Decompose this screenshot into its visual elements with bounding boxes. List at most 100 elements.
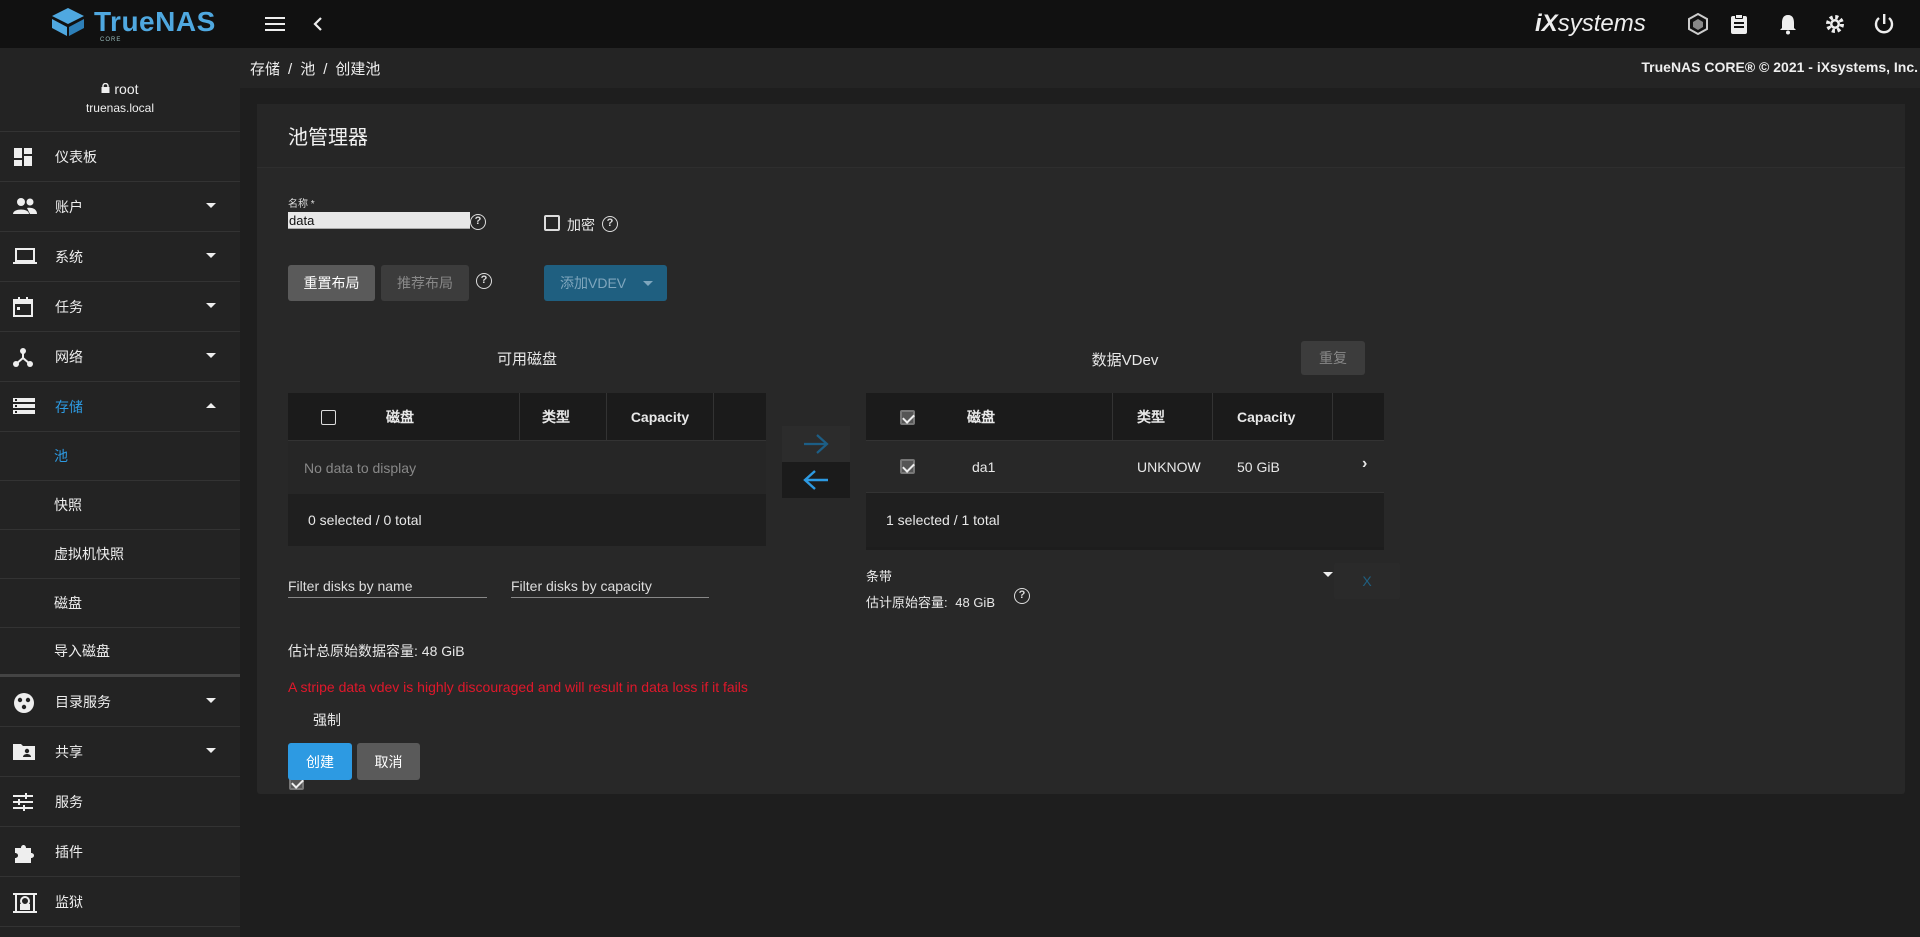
sidebar-subitem-disks[interactable]: 磁盘 (0, 579, 240, 628)
table-header: 磁盘 类型 Capacity (288, 393, 766, 441)
sidebar-subitem-vm-snapshots[interactable]: 虚拟机快照 (0, 530, 240, 579)
row-checkbox[interactable] (900, 459, 915, 474)
directory-icon (13, 692, 35, 713)
filter-name-input[interactable]: Filter disks by name (288, 578, 487, 598)
breadcrumb-bar: 存储 / 池 / 创建池 TrueNAS CORE® © 2021 - iXsystem… (240, 48, 1920, 88)
sidebar-item-storage[interactable]: 存储 (0, 382, 240, 432)
expand-row-icon[interactable]: › (1362, 455, 1367, 473)
sidebar: root truenas.local 仪表板 账户 系统 任务 网络 存储 池 … (0, 48, 240, 937)
move-left-button[interactable] (782, 462, 850, 498)
truecommand-icon[interactable] (1686, 12, 1710, 36)
sidebar-item-system[interactable]: 系统 (0, 232, 240, 282)
sidebar-subitem-snapshots[interactable]: 快照 (0, 481, 240, 530)
menu-icon[interactable] (264, 12, 288, 36)
column-type[interactable]: 类型 (520, 393, 607, 441)
reset-layout-button[interactable]: 重置布局 (288, 265, 375, 301)
encrypt-checkbox[interactable] (544, 215, 560, 231)
column-capacity[interactable]: Capacity (607, 393, 714, 441)
vdev-layout-select[interactable]: 条带 (866, 566, 1333, 588)
select-all-checkbox[interactable] (321, 409, 336, 425)
back-icon[interactable] (306, 12, 330, 36)
chevron-down-icon (206, 253, 216, 258)
sidebar-item-network[interactable]: 网络 (0, 332, 240, 382)
chevron-down-icon (1323, 572, 1333, 577)
column-disk: 磁盘 (866, 393, 1113, 441)
empty-message: No data to display (288, 441, 766, 494)
calendar-icon (13, 297, 35, 317)
sidebar-item-services[interactable]: 服务 (0, 777, 240, 827)
cancel-button[interactable]: 取消 (357, 743, 420, 780)
pool-manager-card: 池管理器 名称 * data ? 加密 ? 重置布局 推荐布局 ? 添加VDEV… (257, 104, 1905, 794)
bell-icon[interactable] (1776, 12, 1800, 36)
sidebar-item-label: 网络 (55, 348, 83, 365)
ixsystems-logo-text: systems (1557, 10, 1646, 37)
sidebar-item-jails[interactable]: 监狱 (0, 877, 240, 927)
breadcrumb-storage[interactable]: 存储 (250, 61, 280, 78)
user-name-row: root (0, 80, 240, 97)
table-footer: 1 selected / 1 total (866, 493, 1384, 547)
top-bar: TrueNAS CORE iXsystems (0, 0, 1920, 48)
row-type: UNKNOW (1137, 459, 1201, 475)
sidebar-item-label: 监狱 (55, 893, 83, 910)
dropdown-arrow-icon (643, 281, 653, 286)
puzzle-icon (13, 842, 35, 863)
name-label: 名称 * (288, 199, 315, 210)
sidebar-item-label: 系统 (55, 248, 83, 265)
select-all-checkbox[interactable] (900, 409, 915, 425)
remove-vdev-button[interactable]: X (1334, 563, 1400, 599)
sidebar-item-tasks[interactable]: 任务 (0, 282, 240, 332)
sidebar-item-plugins[interactable]: 插件 (0, 827, 240, 877)
name-input[interactable]: data (288, 212, 470, 229)
sidebar-subitem-pools[interactable]: 池 (0, 432, 240, 481)
gear-icon[interactable] (1823, 12, 1847, 36)
sidebar-item-label: 任务 (55, 298, 83, 315)
breadcrumb: 存储 / 池 / 创建池 (250, 58, 380, 79)
chevron-down-icon (206, 203, 216, 208)
card-title: 池管理器 (257, 104, 1905, 168)
table-header: 磁盘 类型 Capacity (866, 393, 1384, 441)
user-box: root truenas.local (0, 48, 240, 132)
sliders-icon (13, 792, 35, 812)
sidebar-item-sharing[interactable]: 共享 (0, 727, 240, 777)
power-icon[interactable] (1872, 12, 1896, 36)
filter-capacity-input[interactable]: Filter disks by capacity (511, 578, 709, 598)
repeat-button[interactable]: 重复 (1301, 341, 1365, 375)
table-row[interactable]: da1 UNKNOW 50 GiB › (866, 441, 1384, 493)
truenas-logo[interactable]: TrueNAS CORE (50, 6, 216, 43)
available-disks-table: 磁盘 类型 Capacity No data to display 0 sele… (288, 393, 766, 546)
clipboard-icon[interactable] (1727, 12, 1751, 36)
move-right-button[interactable] (782, 426, 850, 462)
chevron-down-icon (206, 748, 216, 753)
encrypt-label: 加密 (567, 217, 595, 233)
row-capacity: 50 GiB (1237, 459, 1280, 475)
sidebar-item-label: 共享 (55, 743, 83, 760)
sidebar-subitem-import-disk[interactable]: 导入磁盘 (0, 628, 240, 677)
stripe-warning: A stripe data vdev is highly discouraged… (288, 679, 748, 695)
data-vdev-table: 磁盘 类型 Capacity da1 UNKNOW 50 GiB › 1 sel… (866, 393, 1384, 550)
help-icon[interactable]: ? (1014, 588, 1030, 604)
sidebar-item-dashboard[interactable]: 仪表板 (0, 132, 240, 182)
sidebar-item-directory-services[interactable]: 目录服务 (0, 677, 240, 727)
dashboard-icon (13, 147, 35, 167)
add-vdev-button[interactable]: 添加VDEV (544, 265, 667, 301)
help-icon[interactable]: ? (476, 273, 492, 289)
lock-icon (101, 80, 110, 93)
sidebar-item-label: 插件 (55, 843, 83, 860)
host-name: truenas.local (85, 101, 155, 115)
column-capacity[interactable]: Capacity (1213, 393, 1333, 441)
vdev-layout-value: 条带 (866, 569, 893, 584)
breadcrumb-pools[interactable]: 池 (300, 61, 315, 78)
suggest-layout-button[interactable]: 推荐布局 (381, 265, 469, 301)
column-type[interactable]: 类型 (1113, 393, 1213, 441)
arrow-left-icon (803, 470, 828, 490)
copyright: TrueNAS CORE® © 2021 - iXsystems, Inc. (1641, 59, 1918, 75)
help-icon[interactable]: ? (470, 214, 486, 230)
create-button[interactable]: 创建 (288, 743, 352, 780)
share-folder-icon (13, 742, 35, 762)
est-raw-capacity: 估计原始容量: 48 GiB (866, 592, 995, 611)
sidebar-item-label: 服务 (55, 793, 83, 810)
sidebar-item-accounts[interactable]: 账户 (0, 182, 240, 232)
help-icon[interactable]: ? (602, 216, 618, 232)
sidebar-item-label: 账户 (55, 198, 83, 215)
breadcrumb-separator: / (288, 61, 293, 78)
